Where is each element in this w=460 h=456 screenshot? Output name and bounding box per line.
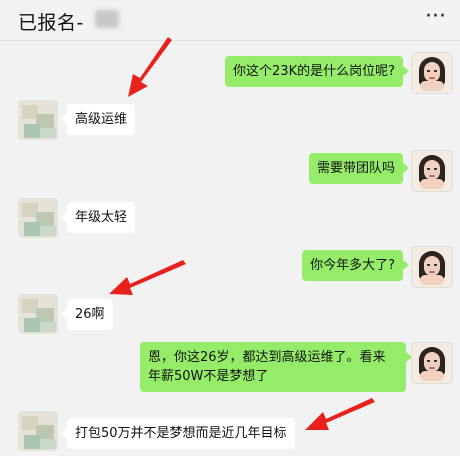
message-text: 年级太轻 — [75, 210, 128, 225]
message-bubble-sent[interactable]: 需要带团队吗 — [308, 153, 410, 184]
message-bubble-received[interactable]: 打包50万并不是梦想而是近几年目标 — [61, 418, 295, 449]
more-icon[interactable]: ··· — [425, 4, 446, 29]
my-avatar[interactable] — [411, 342, 453, 384]
red-arrow-icon — [109, 260, 186, 295]
my-avatar[interactable] — [411, 150, 453, 192]
blurred-name — [95, 10, 119, 28]
red-arrow-icon — [305, 398, 375, 430]
chat-header: 已报名- ··· — [0, 0, 460, 40]
contact-avatar[interactable] — [18, 294, 58, 334]
contact-avatar[interactable] — [18, 100, 58, 140]
message-text: 你今年多大了? — [310, 258, 395, 273]
message-bubble-received[interactable]: 26啊 — [61, 299, 113, 330]
chat-title: 已报名- — [18, 12, 84, 34]
message-text: 高级运维 — [75, 112, 128, 127]
message-text: 恩，你这26岁，都达到高级运维了。看来年薪50W不是梦想了 — [148, 350, 386, 384]
message-text: 打包50万并不是梦想而是近几年目标 — [75, 426, 287, 441]
my-avatar[interactable] — [411, 246, 453, 288]
message-bubble-sent[interactable]: 恩，你这26岁，都达到高级运维了。看来年薪50W不是梦想了 — [140, 342, 412, 392]
message-bubble-sent[interactable]: 你今年多大了? — [302, 250, 409, 281]
red-arrow-icon — [128, 37, 172, 97]
message-bubble-received[interactable]: 高级运维 — [60, 104, 136, 135]
message-bubble-received[interactable]: 年级太轻 — [60, 202, 136, 233]
contact-avatar[interactable] — [18, 411, 58, 451]
message-text: 26啊 — [75, 307, 105, 322]
message-text: 需要带团队吗 — [316, 161, 395, 176]
contact-avatar[interactable] — [18, 198, 58, 238]
message-text: 你这个23K的是什么岗位呢? — [233, 64, 395, 79]
header-divider — [0, 40, 460, 41]
message-bubble-sent[interactable]: 你这个23K的是什么岗位呢? — [225, 56, 409, 87]
my-avatar[interactable] — [411, 52, 453, 94]
